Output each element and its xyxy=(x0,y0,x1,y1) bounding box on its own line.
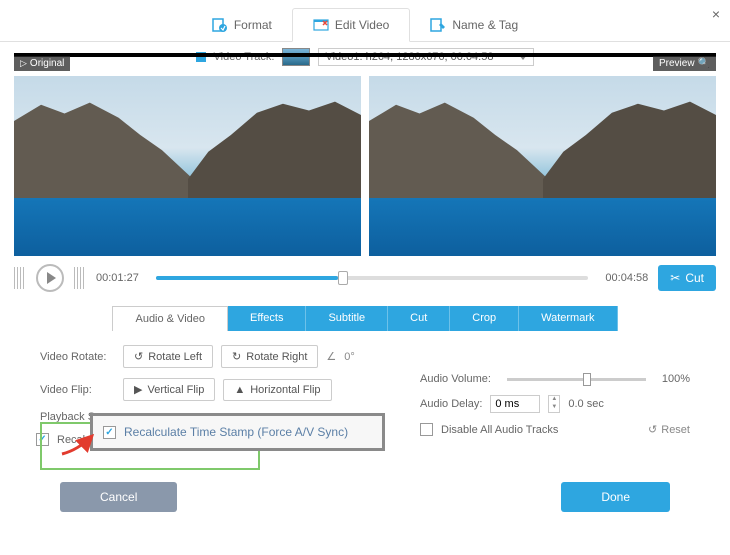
sub-tab-bar: Audio & Video Effects Subtitle Cut Crop … xyxy=(0,306,730,331)
delay-label: Audio Delay: xyxy=(420,398,482,410)
scissors-icon: ✂ xyxy=(670,271,680,285)
top-tab-bar: Format Edit Video Name & Tag xyxy=(0,0,730,42)
volume-label: Audio Volume: xyxy=(420,373,491,385)
current-time: 00:01:27 xyxy=(96,272,146,284)
transport-bar: 00:01:27 00:04:58 ✂ Cut xyxy=(0,256,730,300)
vertical-flip-button[interactable]: ▶Vertical Flip xyxy=(123,378,215,401)
tab-format[interactable]: Format xyxy=(192,8,292,41)
rotate-left-button[interactable]: ↺Rotate Left xyxy=(123,345,213,368)
cancel-button[interactable]: Cancel xyxy=(60,482,177,512)
vflip-icon: ▶ xyxy=(134,383,142,396)
video-track-select[interactable]: Video1: h264, 1280x676, 00:04:58 xyxy=(318,48,534,66)
horizontal-flip-button[interactable]: ▲Horizontal Flip xyxy=(223,379,331,401)
format-icon xyxy=(212,17,228,33)
delay-sec: 0.0 sec xyxy=(568,398,603,410)
rotate-label: Video Rotate: xyxy=(40,351,115,363)
grip-right[interactable] xyxy=(74,267,86,289)
volume-value: 100% xyxy=(662,373,690,385)
video-preview-area xyxy=(0,76,730,256)
recalc-overlay: Recalculate Time Stamp (Force A/V Sync) xyxy=(90,413,385,451)
magnify-icon: 🔍 xyxy=(698,58,710,69)
volume-slider[interactable] xyxy=(507,378,646,381)
original-video-panel xyxy=(14,76,361,256)
reset-icon: ↺ xyxy=(648,423,657,436)
edit-video-icon xyxy=(313,17,329,33)
subtab-crop[interactable]: Crop xyxy=(450,306,519,331)
cut-button[interactable]: ✂ Cut xyxy=(658,265,716,291)
subtab-subtitle[interactable]: Subtitle xyxy=(306,306,388,331)
rotate-right-button[interactable]: ↻Rotate Right xyxy=(221,345,318,368)
done-button[interactable]: Done xyxy=(561,482,670,512)
grip-left[interactable] xyxy=(14,267,26,289)
tab-edit-video[interactable]: Edit Video xyxy=(292,8,411,42)
name-tag-icon xyxy=(430,17,446,33)
disable-audio-label: Disable All Audio Tracks xyxy=(441,424,558,436)
cut-button-label: Cut xyxy=(685,271,704,285)
tab-name-tag-label: Name & Tag xyxy=(452,18,518,32)
close-button[interactable]: × xyxy=(712,6,720,22)
angle-value: 0° xyxy=(344,351,355,363)
preview-video-panel xyxy=(369,76,716,256)
reset-button[interactable]: ↺Reset xyxy=(648,423,690,436)
rotate-left-icon: ↺ xyxy=(134,350,143,363)
recalc-checkbox-bg[interactable] xyxy=(36,433,49,446)
volume-thumb[interactable] xyxy=(583,373,591,386)
recalc-overlay-checkbox[interactable] xyxy=(103,426,116,439)
flip-label: Video Flip: xyxy=(40,384,115,396)
timeline-thumb[interactable] xyxy=(338,271,348,285)
angle-icon: ∠ xyxy=(326,350,336,363)
disable-audio-checkbox[interactable] xyxy=(420,423,433,436)
tab-name-tag[interactable]: Name & Tag xyxy=(410,8,538,41)
preview-badge[interactable]: Preview🔍 xyxy=(653,56,716,71)
recalc-overlay-label: Recalculate Time Stamp (Force A/V Sync) xyxy=(124,425,348,439)
timeline-fill xyxy=(156,276,338,280)
delay-input[interactable] xyxy=(490,395,540,413)
total-time: 00:04:58 xyxy=(598,272,648,284)
original-badge: ▷Original xyxy=(14,56,70,71)
subtab-effects[interactable]: Effects xyxy=(228,306,306,331)
timeline-slider[interactable] xyxy=(156,276,588,280)
subtab-cut[interactable]: Cut xyxy=(388,306,450,331)
track-thumbnail xyxy=(282,48,310,66)
footer-buttons: Cancel Done xyxy=(0,464,730,512)
play-button[interactable] xyxy=(36,264,64,292)
rotate-right-icon: ↻ xyxy=(232,350,241,363)
video-track-row: Video Track: Video1: h264, 1280x676, 00:… xyxy=(0,42,730,72)
delay-spinner[interactable]: ▲▼ xyxy=(548,395,560,413)
video-top-bar xyxy=(14,53,716,57)
tab-edit-video-label: Edit Video xyxy=(335,18,390,32)
subtab-watermark[interactable]: Watermark xyxy=(519,306,617,331)
tab-format-label: Format xyxy=(234,18,272,32)
hflip-icon: ▲ xyxy=(234,384,245,396)
subtab-audio-video[interactable]: Audio & Video xyxy=(112,306,228,331)
